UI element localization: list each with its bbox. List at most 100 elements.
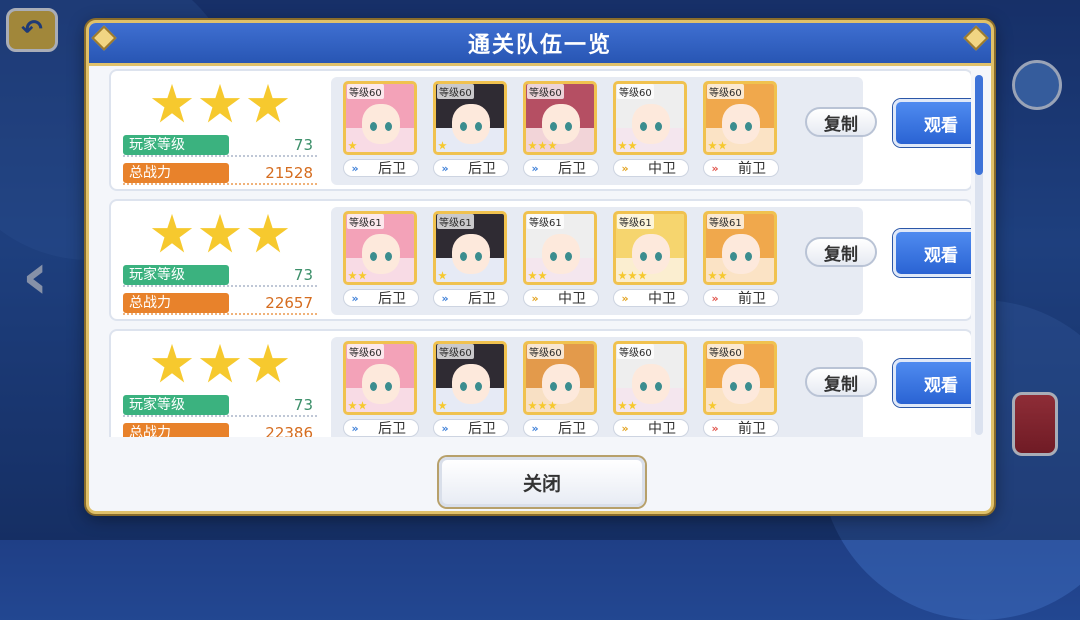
copy-team-button[interactable]: 复制 <box>805 107 877 137</box>
position-label: 中卫 <box>648 291 676 307</box>
eye <box>460 382 467 391</box>
position-tag: » 后卫 <box>433 289 509 307</box>
list-scrollbar[interactable] <box>975 75 983 435</box>
unit-slot[interactable]: 等级60 » 后卫 <box>433 341 509 437</box>
unit-slot[interactable]: 等级60 » 后卫 <box>343 341 419 437</box>
character-portrait[interactable]: 等级60 <box>523 81 597 155</box>
star-icon <box>718 141 727 150</box>
position-label: 中卫 <box>648 421 676 437</box>
view-replay-button[interactable]: 观看 <box>893 359 971 407</box>
position-chevron-icon: » <box>441 291 449 305</box>
unit-slot[interactable]: 等级61 » 中卫 <box>613 211 689 307</box>
copy-team-button[interactable]: 复制 <box>805 367 877 397</box>
unit-level: 等级61 <box>707 214 744 229</box>
unit-rarity <box>438 271 447 280</box>
eye <box>565 252 572 261</box>
close-button[interactable]: 关闭 <box>439 457 645 507</box>
star-icon <box>151 83 193 123</box>
position-chevron-icon: » <box>711 421 719 435</box>
unit-slot[interactable]: 等级61 » 中卫 <box>523 211 599 307</box>
team-lineup: 等级61 » 后卫 等级61 » 后卫 等级61 » 中卫 等级61 » 中卫 等级61 » 前卫 <box>331 207 863 315</box>
eye <box>460 252 467 261</box>
character-portrait[interactable]: 等级60 <box>523 341 597 415</box>
character-portrait[interactable]: 等级60 <box>433 341 507 415</box>
star-icon <box>199 83 241 123</box>
eye <box>565 122 572 131</box>
position-label: 后卫 <box>468 421 496 437</box>
modal-title: 通关队伍一览 <box>467 33 612 58</box>
team-row: 玩家等级 73 总战力 21528 等级60 » 后卫 等级60 » 后卫 等级60 » 后卫 等级60 »… <box>109 69 971 191</box>
eye <box>640 252 647 261</box>
position-label: 前卫 <box>738 421 766 437</box>
team-list[interactable]: 玩家等级 73 总战力 21528 等级60» 后卫 等级60» 后卫 等级60» 后卫 等级60»… <box>109 69 971 437</box>
character-portrait[interactable]: 等级60 <box>703 81 777 155</box>
position-label: 中卫 <box>648 161 676 177</box>
copy-team-button[interactable]: 复制 <box>805 237 877 267</box>
unit-slot[interactable]: 等级60 » 后卫 <box>433 81 509 177</box>
unit-rarity <box>708 271 727 280</box>
corner-ornament-icon <box>963 25 989 51</box>
unit-slot[interactable]: 等级60 » 后卫 <box>343 81 419 177</box>
character-portrait[interactable]: 等级60 <box>343 341 417 415</box>
character-portrait[interactable]: 等级60 <box>433 81 507 155</box>
character-portrait[interactable]: 等级61 <box>433 211 507 285</box>
unit-slot[interactable]: 等级60 » 前卫 <box>703 81 779 177</box>
position-label: 后卫 <box>468 291 496 307</box>
eye <box>475 122 482 131</box>
unit-rarity <box>348 401 367 410</box>
eye <box>550 252 557 261</box>
unit-slot[interactable]: 等级60 » 后卫 <box>523 341 599 437</box>
eye <box>640 122 647 131</box>
star-icon <box>247 343 289 383</box>
star-icon <box>708 271 717 280</box>
star-icon <box>618 401 627 410</box>
player-level: 玩家等级 73 <box>123 265 317 287</box>
position-label: 中卫 <box>558 291 586 307</box>
eye <box>565 382 572 391</box>
character-face <box>542 234 580 274</box>
position-chevron-icon: » <box>531 421 539 435</box>
eye <box>385 382 392 391</box>
position-label: 后卫 <box>558 161 586 177</box>
character-portrait[interactable]: 等级60 <box>343 81 417 155</box>
eye <box>730 122 737 131</box>
character-portrait[interactable]: 等级60 <box>613 341 687 415</box>
position-tag: » 后卫 <box>523 159 599 177</box>
character-portrait[interactable]: 等级60 <box>613 81 687 155</box>
character-portrait[interactable]: 等级60 <box>703 341 777 415</box>
character-face <box>362 234 400 274</box>
unit-level: 等级61 <box>527 214 564 229</box>
position-chevron-icon: » <box>711 161 719 175</box>
character-portrait[interactable]: 等级61 <box>523 211 597 285</box>
position-tag: » 后卫 <box>343 419 419 437</box>
unit-slot[interactable]: 等级60 » 后卫 <box>523 81 599 177</box>
view-replay-button[interactable]: 观看 <box>893 99 971 147</box>
unit-slot[interactable]: 等级60 » 中卫 <box>613 81 689 177</box>
star-icon <box>438 401 447 410</box>
eye <box>370 382 377 391</box>
view-replay-button[interactable]: 观看 <box>893 229 971 277</box>
scroll-thumb[interactable] <box>975 75 983 175</box>
eye <box>460 122 467 131</box>
character-face <box>362 104 400 144</box>
character-portrait[interactable]: 等级61 <box>613 211 687 285</box>
star-icon <box>151 343 193 383</box>
player-level-label: 玩家等级 <box>123 395 229 415</box>
eye <box>550 382 557 391</box>
unit-slot[interactable]: 等级60 » 中卫 <box>613 341 689 437</box>
unit-slot[interactable]: 等级61 » 后卫 <box>343 211 419 307</box>
total-power-label: 总战力 <box>123 423 229 437</box>
star-icon <box>618 271 627 280</box>
character-portrait[interactable]: 等级61 <box>703 211 777 285</box>
clear-teams-modal: 通关队伍一览 玩家等级 73 总战力 21528 等级60» 后卫 等级60» 后卫 等级60»… <box>86 20 994 514</box>
character-portrait[interactable]: 等级61 <box>343 211 417 285</box>
position-chevron-icon: » <box>351 421 359 435</box>
character-face <box>632 364 670 404</box>
eye <box>745 122 752 131</box>
unit-slot[interactable]: 等级60 » 前卫 <box>703 341 779 437</box>
character-face <box>362 364 400 404</box>
character-face <box>722 104 760 144</box>
unit-slot[interactable]: 等级61 » 前卫 <box>703 211 779 307</box>
star-icon <box>708 401 717 410</box>
unit-slot[interactable]: 等级61 » 后卫 <box>433 211 509 307</box>
